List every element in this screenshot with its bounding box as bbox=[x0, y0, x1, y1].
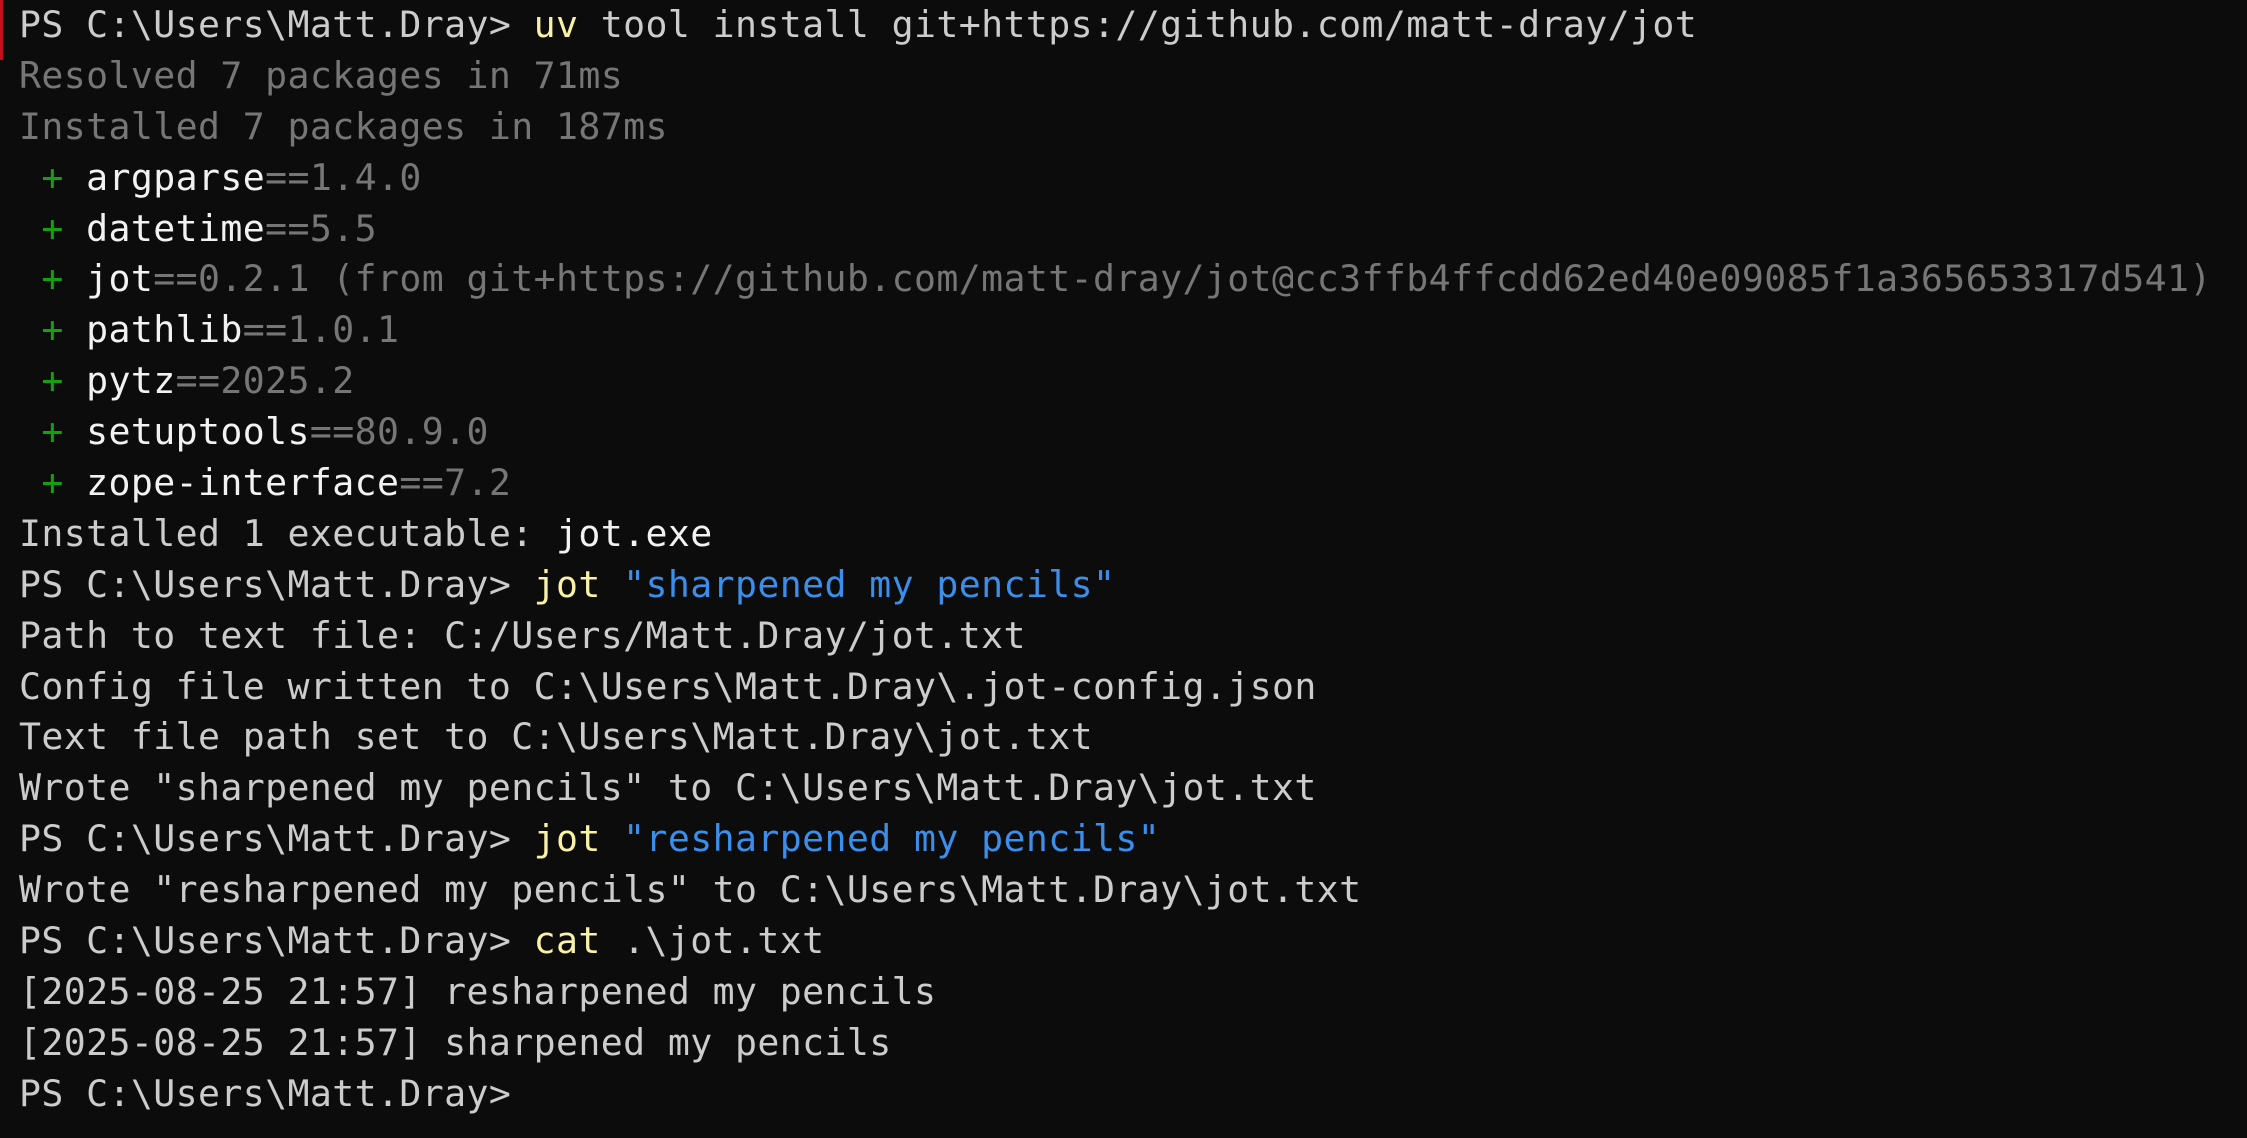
terminal-line: PS C:\Users\Matt.Dray> cat .\jot.txt bbox=[19, 916, 2247, 967]
plus-icon: + bbox=[19, 308, 87, 352]
package-line: + argparse==1.4.0 bbox=[19, 153, 2247, 204]
package-version: ==0.2.1 (from git+https://github.com/mat… bbox=[153, 257, 2212, 301]
package-name: setuptools bbox=[86, 410, 310, 454]
command-name: jot bbox=[533, 817, 601, 861]
prompt: PS C:\Users\Matt.Dray> bbox=[19, 3, 534, 46]
terminal-line: Resolved 7 packages in 71ms bbox=[19, 53, 624, 97]
package-name: pathlib bbox=[86, 308, 243, 352]
package-version: ==1.0.1 bbox=[242, 308, 400, 352]
command-name: uv bbox=[533, 3, 579, 46]
package-version: ==7.2 bbox=[399, 461, 512, 505]
terminal-line: Wrote "resharpened my pencils" to C:\Use… bbox=[19, 868, 1362, 912]
executable-label: Installed 1 executable: bbox=[19, 511, 556, 555]
plus-icon: + bbox=[19, 461, 87, 505]
terminal-line: Installed 7 packages in 187ms bbox=[19, 104, 668, 148]
window-edge-accent bbox=[0, 0, 3, 60]
package-version: ==1.4.0 bbox=[265, 155, 422, 199]
prompt: PS C:\Users\Matt.Dray> bbox=[19, 1071, 534, 1115]
terminal-line: Installed 1 executable: jot.exe bbox=[19, 509, 2247, 560]
executable-name: jot.exe bbox=[556, 511, 713, 555]
terminal-line: Config file written to C:\Users\Matt.Dra… bbox=[19, 664, 1317, 708]
plus-icon: + bbox=[19, 206, 87, 250]
terminal-input-line[interactable]: PS C:\Users\Matt.Dray> bbox=[19, 1069, 2247, 1120]
package-version: ==2025.2 bbox=[175, 359, 355, 403]
package-line: + setuptools==80.9.0 bbox=[19, 407, 2247, 458]
prompt: PS C:\Users\Matt.Dray> bbox=[19, 562, 534, 606]
plus-icon: + bbox=[19, 410, 87, 454]
terminal-line: [2025-08-25 21:57] sharpened my pencils bbox=[19, 1020, 892, 1064]
package-line: + pathlib==1.0.1 bbox=[19, 305, 2247, 356]
package-version: ==80.9.0 bbox=[309, 410, 489, 454]
terminal-line: PS C:\Users\Matt.Dray> uv tool install g… bbox=[19, 0, 2247, 51]
plus-icon: + bbox=[19, 155, 87, 199]
package-name: zope-interface bbox=[86, 461, 400, 505]
terminal-line: [2025-08-25 21:57] resharpened my pencil… bbox=[19, 969, 937, 1013]
command-name: cat bbox=[533, 919, 601, 963]
package-name: datetime bbox=[86, 206, 266, 250]
terminal-line: Path to text file: C:/Users/Matt.Dray/jo… bbox=[19, 613, 1026, 657]
package-name: jot bbox=[86, 257, 154, 301]
prompt: PS C:\Users\Matt.Dray> bbox=[19, 817, 534, 861]
package-name: pytz bbox=[86, 359, 176, 403]
command-args: tool install git+https://github.com/matt… bbox=[578, 3, 1698, 46]
command-string-arg: "resharpened my pencils" bbox=[600, 817, 1161, 861]
package-name: argparse bbox=[86, 155, 266, 199]
plus-icon: + bbox=[19, 359, 87, 403]
terminal-line: PS C:\Users\Matt.Dray> jot "sharpened my… bbox=[19, 560, 2247, 611]
terminal-window[interactable]: PS C:\Users\Matt.Dray> uv tool install g… bbox=[0, 0, 2247, 1138]
package-version: ==5.5 bbox=[265, 206, 377, 250]
terminal-line: Wrote "sharpened my pencils" to C:\Users… bbox=[19, 766, 1317, 810]
package-line: + zope-interface==7.2 bbox=[19, 458, 2247, 509]
command-string-arg: "sharpened my pencils" bbox=[600, 562, 1116, 606]
package-line: + pytz==2025.2 bbox=[19, 356, 2247, 407]
prompt: PS C:\Users\Matt.Dray> bbox=[19, 919, 534, 963]
command-name: jot bbox=[533, 562, 601, 606]
terminal-line: Text file path set to C:\Users\Matt.Dray… bbox=[19, 715, 1093, 759]
terminal-line: PS C:\Users\Matt.Dray> jot "resharpened … bbox=[19, 814, 2247, 865]
package-line: + jot==0.2.1 (from git+https://github.co… bbox=[19, 254, 2247, 305]
plus-icon: + bbox=[19, 257, 87, 301]
package-line: + datetime==5.5 bbox=[19, 204, 2247, 255]
command-args: .\jot.txt bbox=[600, 919, 825, 963]
